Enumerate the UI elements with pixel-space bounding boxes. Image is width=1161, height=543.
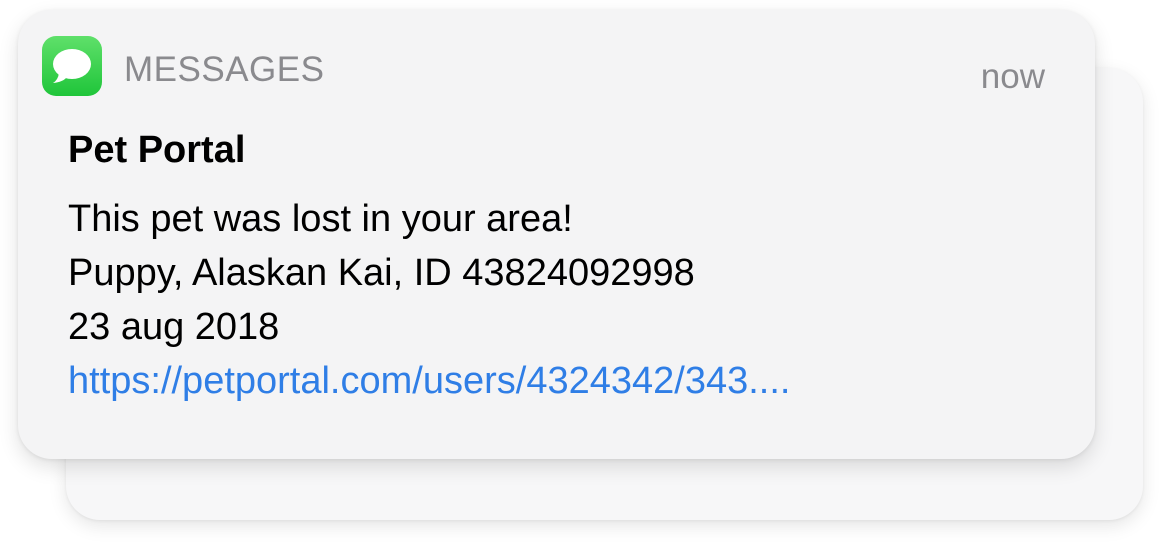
body-line: This pet was lost in your area! bbox=[68, 198, 573, 240]
pet-portal-link[interactable]: https://petportal.com/users/4324342/343.… bbox=[68, 354, 790, 408]
body-line: Puppy, Alaskan Kai, ID 43824092998 bbox=[68, 252, 695, 294]
notification-time: now bbox=[980, 57, 1045, 96]
body-line: 23 aug 2018 bbox=[68, 306, 280, 348]
messages-app-icon bbox=[42, 36, 102, 96]
notification-title: Pet Portal bbox=[68, 129, 246, 171]
messages-bubble-icon bbox=[53, 49, 91, 83]
notification-body: This pet was lost in your area! Puppy, A… bbox=[68, 192, 790, 408]
notification-card[interactable]: MESSAGES now Pet Portal This pet was los… bbox=[18, 10, 1095, 459]
app-name: MESSAGES bbox=[124, 50, 325, 89]
